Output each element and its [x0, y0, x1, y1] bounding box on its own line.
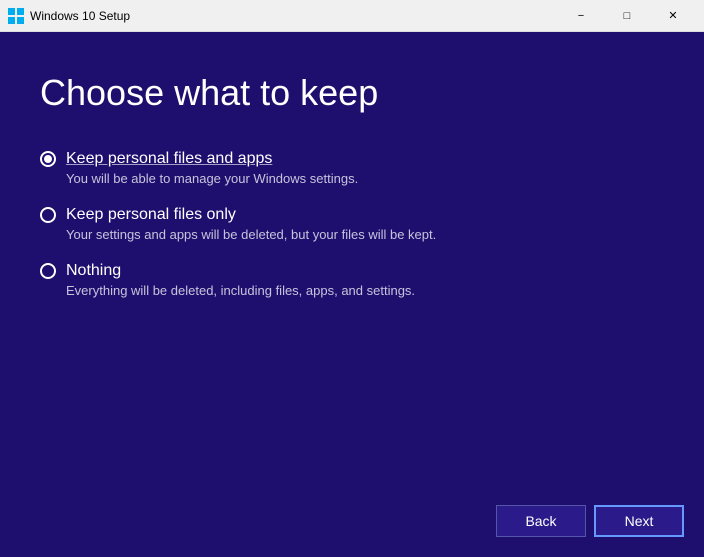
option-desc-keep-files-apps: You will be able to manage your Windows … — [66, 171, 664, 186]
next-button[interactable]: Next — [594, 505, 684, 537]
footer-buttons: Back Next — [496, 505, 684, 537]
option-label-keep-files-apps: Keep personal files and apps — [66, 150, 272, 168]
option-nothing[interactable]: Nothing Everything will be deleted, incl… — [40, 262, 664, 298]
back-button[interactable]: Back — [496, 505, 586, 537]
titlebar: Windows 10 Setup − □ ✕ — [0, 0, 704, 32]
option-keep-files-apps[interactable]: Keep personal files and apps You will be… — [40, 150, 664, 186]
option-desc-nothing: Everything will be deleted, including fi… — [66, 283, 664, 298]
main-content: Choose what to keep Keep personal files … — [0, 32, 704, 557]
option-keep-files-only[interactable]: Keep personal files only Your settings a… — [40, 206, 664, 242]
page-title: Choose what to keep — [40, 72, 664, 114]
option-label-keep-files-only: Keep personal files only — [66, 206, 236, 224]
option-row-3: Nothing — [40, 262, 664, 280]
option-desc-keep-files-only: Your settings and apps will be deleted, … — [66, 227, 664, 242]
app-icon — [8, 8, 24, 24]
option-row-1: Keep personal files and apps — [40, 150, 664, 168]
close-button[interactable]: ✕ — [650, 0, 696, 32]
option-label-nothing: Nothing — [66, 262, 121, 280]
option-row-2: Keep personal files only — [40, 206, 664, 224]
options-container: Keep personal files and apps You will be… — [40, 150, 664, 298]
titlebar-controls: − □ ✕ — [558, 0, 696, 32]
radio-keep-files-only[interactable] — [40, 207, 56, 223]
maximize-button[interactable]: □ — [604, 0, 650, 32]
radio-nothing[interactable] — [40, 263, 56, 279]
minimize-button[interactable]: − — [558, 0, 604, 32]
titlebar-title: Windows 10 Setup — [30, 9, 558, 23]
radio-keep-files-apps[interactable] — [40, 151, 56, 167]
